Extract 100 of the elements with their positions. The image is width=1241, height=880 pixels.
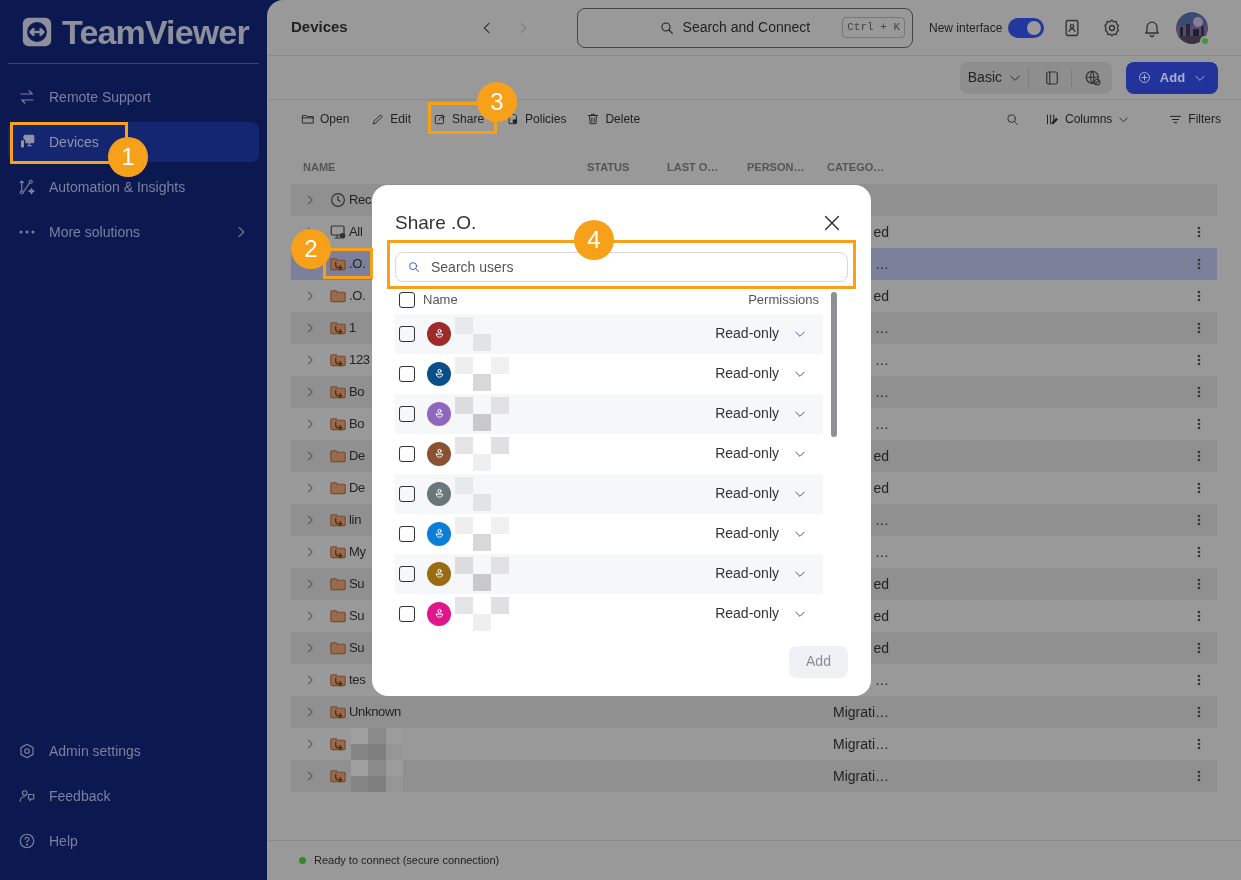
row-name: De [349, 479, 365, 498]
panel-icon [1043, 68, 1061, 87]
permission-dropdown[interactable]: Read-only [715, 443, 807, 464]
folder-icon [329, 287, 347, 305]
shared-folder-icon [329, 415, 347, 433]
add-button[interactable]: Add [1126, 61, 1218, 94]
shared-folder-icon [329, 255, 347, 273]
search-users-field[interactable]: Search users [395, 251, 848, 282]
scrollbar[interactable] [831, 291, 837, 437]
category-cell: … [875, 511, 889, 528]
sidebar-item[interactable]: Help [8, 821, 259, 861]
toggle-label: New interface [929, 19, 1003, 37]
row-name: All [349, 223, 363, 242]
permission-dropdown[interactable]: Read-only [715, 323, 807, 344]
category-cell: … [875, 255, 889, 272]
folder-icon [329, 607, 347, 625]
category-cell: ed [873, 287, 889, 304]
row-name: 1 [349, 319, 356, 338]
row-name: .O. [349, 287, 366, 306]
category-cell: ed [873, 607, 889, 624]
user-checkbox[interactable] [399, 405, 415, 422]
brand-name: TeamViewer [62, 14, 249, 49]
user-row[interactable]: Read-only [395, 393, 823, 434]
category-cell: … [875, 383, 889, 400]
shared-folder-icon [329, 767, 347, 785]
redacted-name [455, 436, 509, 471]
table-row[interactable]: Migrati… [291, 760, 1217, 792]
category-cell: ed [873, 223, 889, 240]
name-column-header: Name [423, 290, 458, 309]
category-cell: … [875, 543, 889, 560]
dialog-title: Share .O. [395, 211, 477, 235]
permission-dropdown[interactable]: Read-only [715, 363, 807, 384]
feedback-icon [18, 787, 36, 805]
folder-icon [301, 112, 315, 126]
redacted-name [455, 396, 509, 431]
permission-dropdown[interactable]: Read-only [715, 483, 807, 504]
user-row[interactable]: Read-only [395, 313, 823, 354]
devices-icon [18, 133, 36, 151]
shared-folder-icon [329, 383, 347, 401]
folder-icon [329, 639, 347, 657]
category-cell: ed [873, 479, 889, 496]
search-icon [407, 259, 421, 274]
category-cell: … [875, 351, 889, 368]
permission-dropdown[interactable]: Read-only [715, 523, 807, 544]
toolbar-button[interactable]: Open [301, 110, 350, 128]
sidebar-item[interactable]: Feedback [8, 776, 259, 816]
permission-dropdown[interactable]: Read-only [715, 603, 807, 624]
sidebar-item[interactable]: More solutions [8, 212, 259, 252]
user-checkbox[interactable] [399, 365, 415, 382]
row-name: .O. [349, 255, 366, 274]
row-name: Bo [349, 383, 365, 402]
category-cell: ed [873, 575, 889, 592]
columns-button[interactable]: Columns [1044, 110, 1131, 128]
shared-folder-icon [329, 735, 347, 753]
category-cell: Migrati… [833, 703, 889, 720]
select-all-checkbox[interactable] [399, 291, 415, 308]
user-row[interactable]: Read-only [395, 473, 823, 514]
user-checkbox[interactable] [399, 565, 415, 582]
row-name: Su [349, 575, 365, 594]
ellipsis-icon [19, 230, 35, 234]
toolbar-button[interactable]: Delete [586, 110, 641, 128]
arrows-icon [18, 88, 36, 106]
interface-toggle[interactable] [1008, 17, 1045, 38]
search-button[interactable] [1004, 111, 1020, 127]
row-name: Unknown [349, 703, 401, 722]
share-icon [433, 112, 448, 126]
redacted-name [455, 596, 509, 631]
user-checkbox[interactable] [399, 325, 415, 342]
user-checkbox[interactable] [399, 525, 415, 542]
row-name: My [349, 543, 366, 562]
sidebar-item[interactable]: Admin settings [8, 731, 259, 771]
category-cell: … [875, 671, 889, 688]
row-name: Su [349, 639, 365, 658]
folder-icon [329, 575, 347, 593]
permissions-column-header: Permissions [748, 290, 819, 309]
permission-dropdown[interactable]: Read-only [715, 563, 807, 584]
folder-icon [329, 447, 347, 465]
user-checkbox[interactable] [399, 445, 415, 462]
shared-folder-icon [329, 671, 347, 689]
shared-folder-icon [329, 543, 347, 561]
pencil-icon [371, 112, 386, 126]
permission-dropdown[interactable]: Read-only [715, 403, 807, 424]
row-name: Bo [349, 415, 365, 434]
toolbar-button[interactable]: Edit [371, 110, 412, 128]
search-and-connect-field[interactable]: Search and Connect Ctrl + K [577, 7, 913, 48]
plus-circle-icon [1136, 70, 1152, 85]
user-row[interactable]: Read-only [395, 553, 823, 594]
redacted-name [455, 356, 509, 391]
table-row[interactable]: Unknown Migrati… [291, 696, 1217, 728]
redacted-name [455, 516, 509, 551]
row-name: Su [349, 607, 365, 626]
sidebar-item[interactable]: Remote Support [8, 77, 259, 117]
user-checkbox[interactable] [399, 605, 415, 622]
filters-button[interactable]: Filters [1168, 110, 1221, 128]
help-icon [18, 832, 36, 850]
globe-icon [1084, 68, 1102, 87]
user-checkbox[interactable] [399, 485, 415, 502]
category-cell: Migrati… [833, 735, 889, 752]
shared-folder-icon [329, 511, 347, 529]
shared-folder-icon [329, 703, 347, 721]
